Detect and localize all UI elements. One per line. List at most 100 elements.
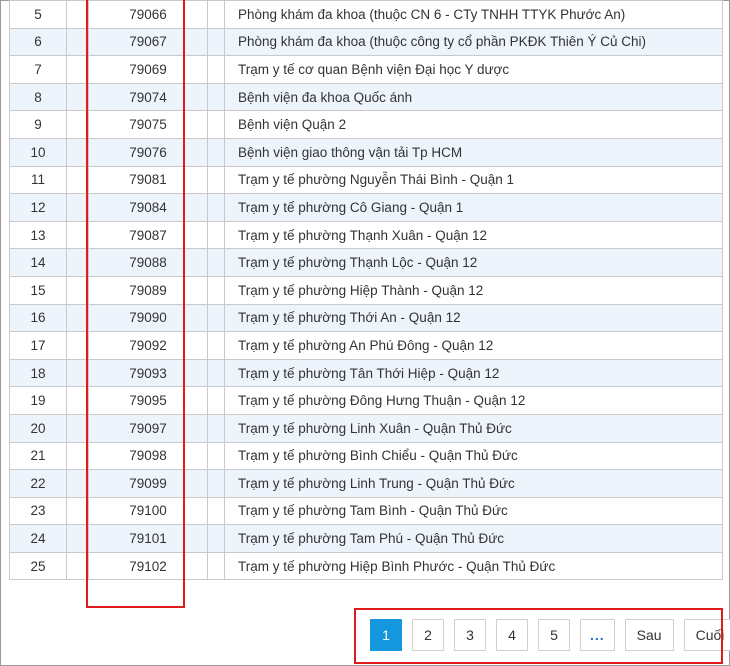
- facility-name: Trạm y tế phường Tam Phú - Quận Thủ Đức: [224, 524, 723, 553]
- row-spacer: [66, 303, 89, 333]
- page-ellipsis-button[interactable]: ...: [580, 619, 615, 651]
- row-spacer: [207, 248, 225, 277]
- row-index: 5: [9, 0, 67, 29]
- row-spacer: [207, 137, 225, 167]
- table-row: 24 79101 Trạm y tế phường Tam Phú - Quận T…: [9, 524, 723, 553]
- row-spacer: [66, 82, 89, 112]
- facility-code: 79093: [88, 358, 208, 388]
- row-index: 17: [9, 331, 67, 360]
- facility-code: 79099: [88, 469, 208, 498]
- facility-name: Trạm y tế phường Đông Hưng Thuận - Quận …: [224, 386, 723, 415]
- row-index: 14: [9, 248, 67, 277]
- table-row: 17 79092 Trạm y tế phường An Phú Đông - Qu…: [9, 331, 723, 360]
- row-spacer: [207, 496, 225, 526]
- facility-name: Trạm y tế cơ quan Bệnh viện Đại học Y dư…: [224, 55, 723, 84]
- row-index: 7: [9, 55, 67, 84]
- facility-code: 79101: [88, 524, 208, 553]
- row-index: 20: [9, 413, 67, 443]
- row-spacer: [66, 137, 89, 167]
- row-index: 9: [9, 110, 67, 139]
- facility-code: 79089: [88, 275, 208, 305]
- row-spacer: [66, 275, 89, 305]
- facility-name: Trạm y tế phường Cô Giang - Quận 1: [224, 193, 723, 222]
- row-index: 6: [9, 27, 67, 57]
- row-index: 19: [9, 386, 67, 415]
- row-index: 12: [9, 193, 67, 222]
- row-spacer: [207, 27, 225, 57]
- page-button-2[interactable]: 2: [412, 619, 444, 651]
- row-spacer: [66, 193, 89, 222]
- row-spacer: [66, 441, 89, 471]
- table-row: 5 79066 Phòng khám đa khoa (thuộc CN 6 - C…: [9, 0, 723, 29]
- row-index: 11: [9, 165, 67, 195]
- row-spacer: [66, 386, 89, 415]
- row-index: 24: [9, 524, 67, 553]
- row-spacer: [207, 193, 225, 222]
- facility-name: Trạm y tế phường An Phú Đông - Quận 12: [224, 331, 723, 360]
- row-spacer: [207, 165, 225, 195]
- row-spacer: [66, 0, 89, 29]
- page-button-3[interactable]: 3: [454, 619, 486, 651]
- row-spacer: [66, 248, 89, 277]
- facility-name: Trạm y tế phường Tân Thới Hiệp - Quận 12: [224, 358, 723, 388]
- facility-name: Trạm y tế phường Hiệp Bình Phước - Quận …: [224, 551, 723, 581]
- facility-code: 79092: [88, 331, 208, 360]
- row-spacer: [66, 27, 89, 57]
- facility-code: 79084: [88, 193, 208, 222]
- row-index: 15: [9, 275, 67, 305]
- table-row: 14 79088 Trạm y tế phường Thạnh Lộc - Quận…: [9, 248, 723, 277]
- row-index: 10: [9, 137, 67, 167]
- facility-name: Trạm y tế phường Thạnh Xuân - Quận 12: [224, 220, 723, 250]
- row-spacer: [207, 82, 225, 112]
- table-row: 11 79081 Trạm y tế phường Nguyễn Thái Bình…: [9, 165, 723, 195]
- facility-code: 79095: [88, 386, 208, 415]
- facility-code: 79075: [88, 110, 208, 139]
- row-spacer: [207, 110, 225, 139]
- row-spacer: [66, 524, 89, 553]
- facility-table-body: 5 79066 Phòng khám đa khoa (thuộc CN 6 - C…: [9, 0, 723, 581]
- row-spacer: [66, 469, 89, 498]
- facility-code: 79081: [88, 165, 208, 195]
- row-index: 21: [9, 441, 67, 471]
- table-row: 15 79089 Trạm y tế phường Hiệp Thành - Quậ…: [9, 275, 723, 305]
- page-button-5[interactable]: 5: [538, 619, 570, 651]
- table-row: 9 79075 Bệnh viện Quận 2: [9, 110, 723, 139]
- facility-name: Trạm y tế phường Linh Xuân - Quận Thủ Đứ…: [224, 413, 723, 443]
- facility-name: Bệnh viện đa khoa Quốc ánh: [224, 82, 723, 112]
- facility-code: 79076: [88, 137, 208, 167]
- row-spacer: [207, 469, 225, 498]
- table-row: 22 79099 Trạm y tế phường Linh Trung - Quậ…: [9, 469, 723, 498]
- facility-name: Phòng khám đa khoa (thuộc CN 6 - CTy TNH…: [224, 0, 723, 29]
- row-index: 8: [9, 82, 67, 112]
- row-spacer: [207, 331, 225, 360]
- table-row: 18 79093 Trạm y tế phường Tân Thới Hiệp - …: [9, 358, 723, 388]
- row-spacer: [66, 496, 89, 526]
- facility-code: 79097: [88, 413, 208, 443]
- next-page-button[interactable]: Sau: [624, 619, 674, 651]
- row-index: 13: [9, 220, 67, 250]
- facility-table-container: 5 79066 Phòng khám đa khoa (thuộc CN 6 - C…: [9, 0, 723, 581]
- last-page-button[interactable]: Cuối: [683, 619, 730, 651]
- facility-code: 79100: [88, 496, 208, 526]
- page-button-4[interactable]: 4: [496, 619, 528, 651]
- facility-code: 79102: [88, 551, 208, 581]
- facility-name: Trạm y tế phường Hiệp Thành - Quận 12: [224, 275, 723, 305]
- row-spacer: [66, 110, 89, 139]
- facility-name: Trạm y tế phường Nguyễn Thái Bình - Quận…: [224, 165, 723, 195]
- table-row: 20 79097 Trạm y tế phường Linh Xuân - Quận…: [9, 413, 723, 443]
- facility-name: Trạm y tế phường Thới An - Quận 12: [224, 303, 723, 333]
- row-spacer: [66, 551, 89, 581]
- row-spacer: [207, 358, 225, 388]
- table-row: 19 79095 Trạm y tế phường Đông Hưng Thuận …: [9, 386, 723, 415]
- table-row: 13 79087 Trạm y tế phường Thạnh Xuân - Quậ…: [9, 220, 723, 250]
- facility-code: 79087: [88, 220, 208, 250]
- row-spacer: [66, 165, 89, 195]
- row-spacer: [66, 220, 89, 250]
- page-button-1[interactable]: 1: [370, 619, 402, 651]
- facility-name: Bệnh viện Quận 2: [224, 110, 723, 139]
- facility-name: Trạm y tế phường Thạnh Lộc - Quận 12: [224, 248, 723, 277]
- table-row: 25 79102 Trạm y tế phường Hiệp Bình Phước …: [9, 551, 723, 581]
- row-index: 16: [9, 303, 67, 333]
- table-row: 23 79100 Trạm y tế phường Tam Bình - Quận …: [9, 496, 723, 526]
- row-spacer: [207, 303, 225, 333]
